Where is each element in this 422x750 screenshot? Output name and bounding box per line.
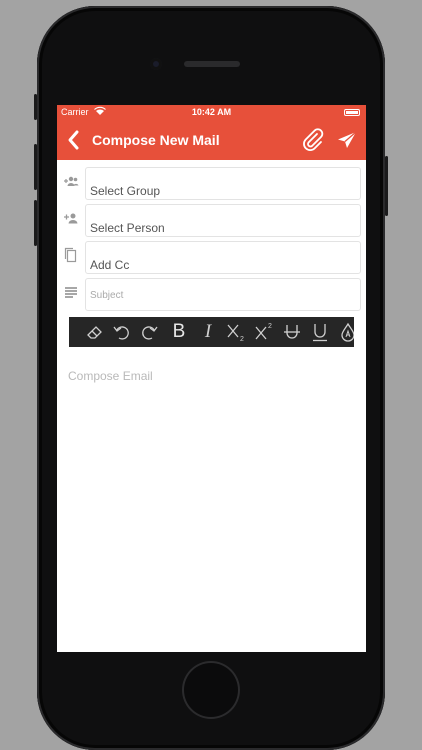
home-button[interactable]: [184, 663, 238, 717]
eraser-button[interactable]: [84, 321, 106, 343]
strikethrough-button[interactable]: [281, 321, 303, 343]
person-select-field[interactable]: Select Person: [85, 204, 361, 237]
formatting-toolbar: B I 2 2: [69, 317, 354, 347]
italic-button[interactable]: I: [197, 321, 219, 343]
group-select-placeholder: Select Group: [90, 184, 161, 198]
strikethrough-icon: [284, 325, 300, 339]
undo-icon: [113, 326, 129, 340]
compose-body[interactable]: Compose Email: [68, 367, 358, 637]
cc-placeholder: Add Cc: [90, 258, 130, 272]
svg-text:2: 2: [268, 323, 272, 330]
cc-field[interactable]: Add Cc: [85, 241, 361, 274]
superscript-button[interactable]: 2: [253, 321, 275, 343]
cc-row: Add Cc: [57, 241, 366, 275]
undo-button[interactable]: [111, 321, 133, 343]
volume-up-button: [34, 144, 37, 190]
redo-button[interactable]: [138, 321, 160, 343]
subscript-button[interactable]: 2: [225, 321, 247, 343]
underline-icon: [313, 324, 327, 342]
text-color-button[interactable]: [337, 321, 354, 343]
underline-button[interactable]: [309, 321, 331, 343]
subject-placeholder: Subject: [90, 290, 124, 301]
subject-icon: [63, 284, 79, 300]
send-icon: [338, 131, 357, 148]
bold-button[interactable]: B: [168, 321, 190, 343]
person-row: Select Person: [57, 204, 366, 238]
status-bar: Carrier 10:42 AM: [57, 105, 366, 120]
app-screen: Carrier 10:42 AM Compose New Mail Select…: [57, 105, 366, 652]
nav-bar: Compose New Mail: [57, 120, 366, 160]
superscript-icon: 2: [255, 323, 272, 340]
text-color-icon: [341, 322, 354, 342]
copy-icon: [63, 247, 79, 263]
paperclip-icon: [303, 128, 324, 151]
group-add-icon: [63, 173, 79, 189]
person-add-icon: [63, 210, 79, 226]
compose-placeholder: Compose Email: [68, 369, 153, 383]
chevron-left-icon: [68, 130, 79, 150]
svg-text:2: 2: [240, 336, 244, 343]
redo-icon: [142, 326, 158, 340]
battery-icon: [344, 109, 360, 116]
group-row: Select Group: [57, 167, 366, 201]
earpiece-speaker: [184, 61, 240, 67]
power-button: [385, 156, 388, 216]
attach-button[interactable]: [300, 127, 326, 153]
page-title: Compose New Mail: [92, 132, 220, 148]
volume-down-button: [34, 200, 37, 246]
eraser-icon: [87, 326, 102, 339]
subscript-icon: 2: [227, 324, 244, 343]
status-time: 10:42 AM: [191, 107, 232, 117]
send-button[interactable]: [336, 129, 358, 151]
back-button[interactable]: [65, 129, 83, 151]
subject-row: Subject: [57, 278, 366, 312]
subject-field[interactable]: Subject: [85, 278, 361, 311]
group-select-field[interactable]: Select Group: [85, 167, 361, 200]
front-camera: [150, 58, 162, 70]
person-select-placeholder: Select Person: [90, 221, 165, 235]
mute-switch: [34, 94, 37, 120]
